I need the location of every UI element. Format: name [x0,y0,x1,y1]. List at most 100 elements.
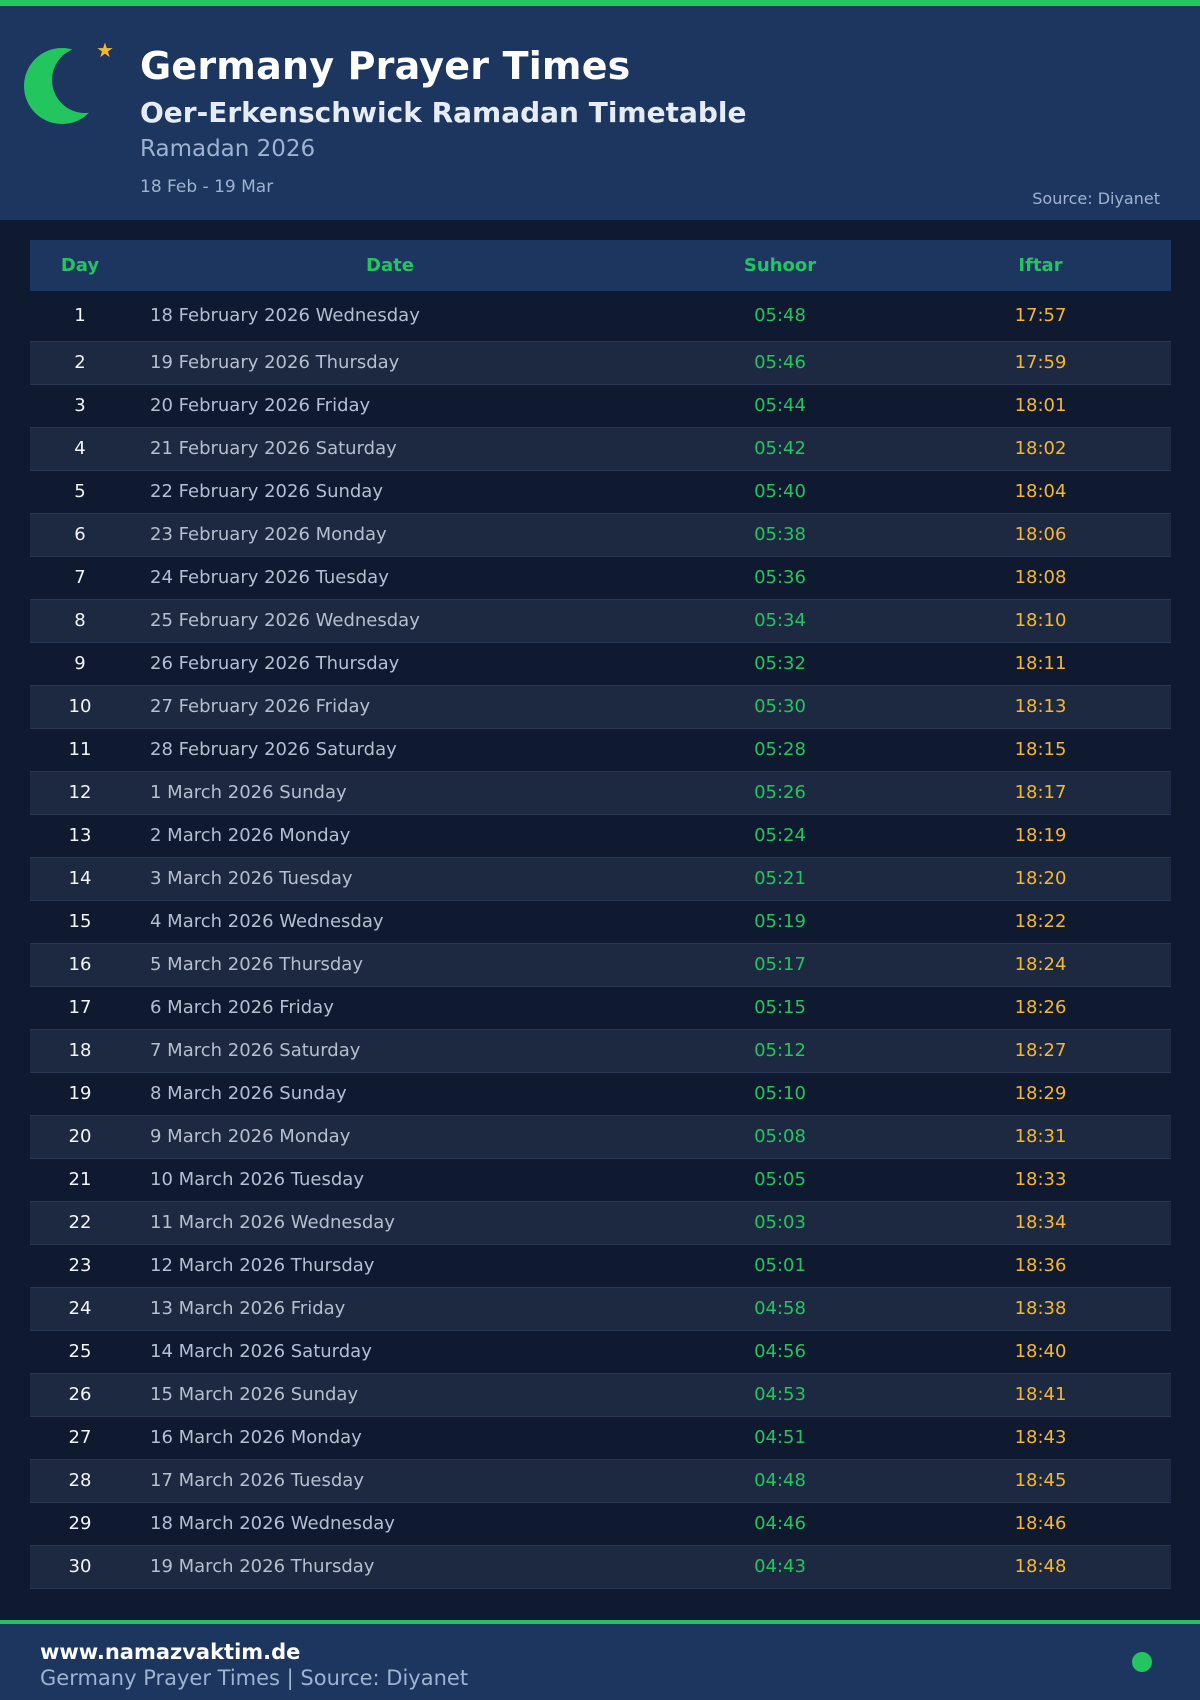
table-row: 14 3 March 2026 Tuesday 05:21 18:20 [30,857,1171,900]
table-row: 27 16 March 2026 Monday 04:51 18:43 [30,1416,1171,1459]
cell-date: 18 March 2026 Wednesday [150,1513,395,1534]
cell-day: 21 [68,1169,92,1190]
cell-iftar: 18:10 [1014,610,1067,631]
cell-day: 28 [68,1470,92,1491]
cell-day: 13 [68,825,92,846]
cell-day: 16 [68,954,92,975]
cell-suhoor: 04:56 [754,1341,806,1362]
cell-date: 18 February 2026 Wednesday [150,305,420,327]
cell-date: 7 March 2026 Saturday [150,1040,361,1061]
cell-date: 27 February 2026 Friday [150,696,371,717]
cell-day: 30 [68,1556,92,1577]
cell-suhoor: 05:30 [754,696,806,717]
cell-iftar: 18:19 [1014,825,1067,846]
cell-date: 23 February 2026 Monday [150,524,387,545]
cell-suhoor: 05:05 [754,1169,806,1190]
timetable: Day Date Suhoor Iftar 1 18 February 2026 … [30,240,1171,1589]
cell-date: 4 March 2026 Wednesday [150,911,384,932]
cell-day: 4 [74,438,86,459]
cell-date: 2 March 2026 Monday [150,825,351,846]
table-row: 11 28 February 2026 Saturday 05:28 18:15 [30,728,1171,771]
cell-day: 23 [68,1255,92,1276]
cell-suhoor: 04:43 [754,1556,806,1577]
cell-suhoor: 05:12 [754,1040,806,1061]
cell-iftar: 18:13 [1014,696,1067,717]
footer-text: Germany Prayer Times | Source: Diyanet [40,1666,469,1690]
table-row: 16 5 March 2026 Thursday 05:17 18:24 [30,943,1171,986]
cell-day: 17 [68,997,92,1018]
cell-day: 1 [74,305,86,327]
cell-iftar: 18:04 [1014,481,1067,502]
table-row: 26 15 March 2026 Sunday 04:53 18:41 [30,1373,1171,1416]
cell-suhoor: 05:03 [754,1212,806,1233]
cell-date: 10 March 2026 Tuesday [150,1169,364,1190]
cell-iftar: 18:02 [1014,438,1067,459]
date-range: 18 Feb - 19 Mar [140,177,274,197]
cell-iftar: 18:38 [1014,1298,1067,1319]
cell-suhoor: 05:40 [754,481,806,502]
cell-day: 2 [74,352,86,373]
cell-date: 21 February 2026 Saturday [150,438,397,459]
table-row: 21 10 March 2026 Tuesday 05:05 18:33 [30,1158,1171,1201]
cell-date: 17 March 2026 Tuesday [150,1470,364,1491]
cell-iftar: 18:17 [1014,782,1067,803]
cell-suhoor: 05:46 [754,352,806,373]
cell-day: 10 [68,696,92,717]
source-label: Source: Diyanet [1032,189,1160,208]
cell-iftar: 18:27 [1014,1040,1067,1061]
cell-day: 6 [74,524,86,545]
cell-iftar: 18:31 [1014,1126,1067,1147]
cell-iftar: 18:11 [1014,653,1067,674]
cell-date: 22 February 2026 Sunday [150,481,383,502]
table-row: 10 27 February 2026 Friday 05:30 18:13 [30,685,1171,728]
cell-iftar: 18:29 [1014,1083,1067,1104]
cell-suhoor: 05:42 [754,438,806,459]
cell-day: 29 [68,1513,92,1534]
cell-iftar: 18:43 [1014,1427,1067,1448]
cell-suhoor: 05:24 [754,825,806,846]
cell-day: 7 [74,567,86,588]
table-row: 29 18 March 2026 Wednesday 04:46 18:46 [30,1502,1171,1545]
cell-iftar: 18:01 [1014,395,1067,416]
cell-day: 18 [68,1040,92,1061]
cell-day: 11 [68,739,92,760]
cell-iftar: 18:36 [1014,1255,1067,1276]
table-row: 12 1 March 2026 Sunday 05:26 18:17 [30,771,1171,814]
page-title: Germany Prayer Times [140,44,631,88]
cell-date: 20 February 2026 Friday [150,395,371,416]
table-row: 19 8 March 2026 Sunday 05:10 18:29 [30,1072,1171,1115]
cell-date: 5 March 2026 Thursday [150,954,363,975]
cell-suhoor: 05:48 [754,305,806,327]
table-row: 23 12 March 2026 Thursday 05:01 18:36 [30,1244,1171,1287]
cell-date: 9 March 2026 Monday [150,1126,351,1147]
cell-date: 1 March 2026 Sunday [150,782,347,803]
cell-day: 25 [68,1341,92,1362]
cell-date: 6 March 2026 Friday [150,997,334,1018]
page-subtitle: Oer-Erkenschwick Ramadan Timetable [140,96,747,129]
cell-iftar: 18:06 [1014,524,1067,545]
logo: ★ [20,40,120,144]
cell-date: 24 February 2026 Tuesday [150,567,389,588]
column-header-date: Date [366,255,414,276]
table-row: 2 19 February 2026 Thursday 05:46 17:59 [30,341,1171,384]
cell-day: 9 [74,653,86,674]
cell-date: 3 March 2026 Tuesday [150,868,353,889]
timetable-table: Day Date Suhoor Iftar 1 18 February 2026 … [30,240,1171,1589]
cell-date: 12 March 2026 Thursday [150,1255,375,1276]
table-row: 25 14 March 2026 Saturday 04:56 18:40 [30,1330,1171,1373]
table-row: 30 19 March 2026 Thursday 04:43 18:48 [30,1545,1171,1588]
cell-suhoor: 05:08 [754,1126,806,1147]
cell-date: 11 March 2026 Wednesday [150,1212,395,1233]
cell-suhoor: 04:46 [754,1513,806,1534]
cell-day: 15 [68,911,92,932]
cell-date: 19 March 2026 Thursday [150,1556,375,1577]
table-row: 5 22 February 2026 Sunday 05:40 18:04 [30,470,1171,513]
cell-day: 24 [68,1298,92,1319]
header-row: Day Date Suhoor Iftar [30,240,1171,291]
page-header: ★ Germany Prayer Times Oer-Erkenschwick … [0,6,1200,220]
cell-iftar: 18:40 [1014,1341,1067,1362]
cell-iftar: 18:33 [1014,1169,1067,1190]
cell-iftar: 18:26 [1014,997,1067,1018]
cell-day: 3 [74,395,86,416]
cell-iftar: 17:59 [1014,352,1067,373]
